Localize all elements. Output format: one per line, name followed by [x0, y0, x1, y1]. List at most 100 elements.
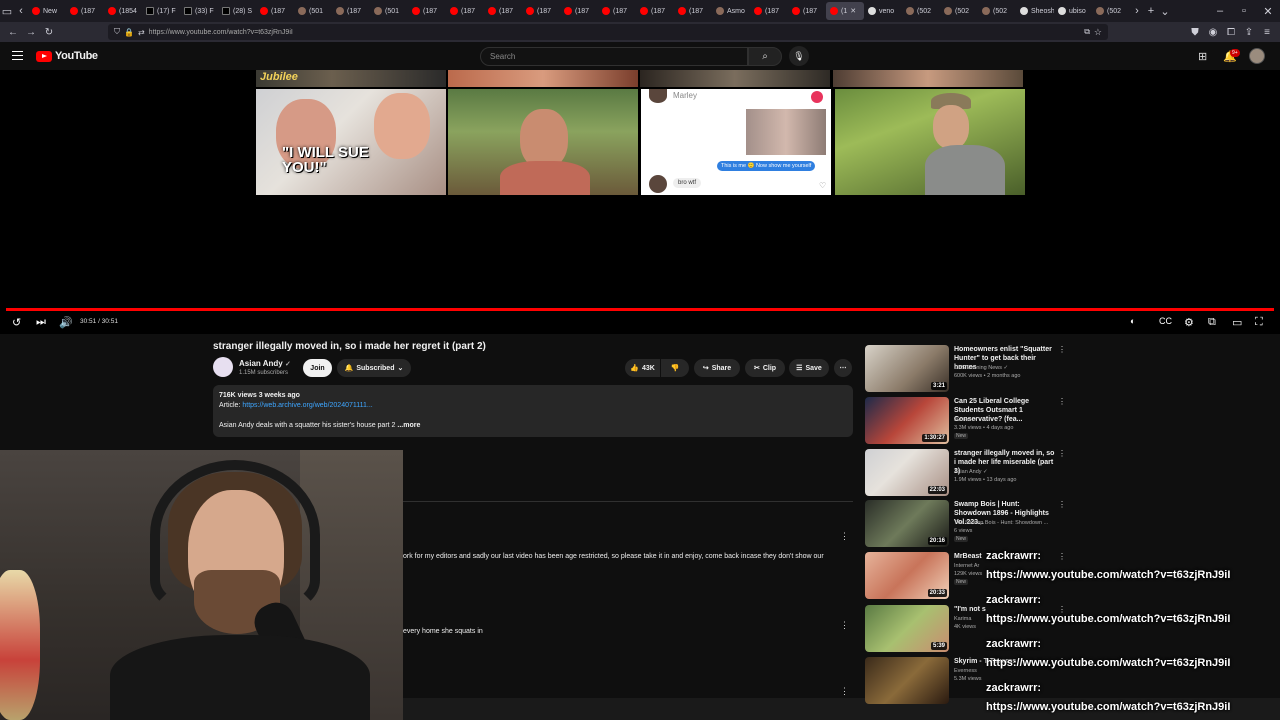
video-menu-icon[interactable]: ⋮ — [1058, 345, 1066, 354]
end-screen-video-4[interactable] — [835, 89, 1025, 195]
browser-tab[interactable]: veno — [864, 2, 902, 20]
recommended-channel[interactable]: Karima — [954, 616, 971, 622]
autoplay-toggle-icon[interactable]: ◐ — [1130, 316, 1135, 326]
next-video-icon[interactable]: ⏭ — [36, 316, 46, 329]
recommended-video[interactable]: 22:03 stranger illegally moved in, so i m… — [865, 449, 1066, 496]
share-button[interactable]: ↪ Share — [694, 359, 740, 377]
extensions-icon[interactable]: ⧠ — [1222, 27, 1240, 38]
lock-icon[interactable]: 🔒 — [124, 28, 134, 37]
new-tab-icon[interactable]: + — [1144, 5, 1158, 17]
video-menu-icon[interactable]: ⋮ — [1058, 500, 1066, 509]
browser-tab[interactable]: (501 — [294, 2, 332, 20]
end-screen-strip-4[interactable] — [833, 70, 1023, 87]
browser-tab[interactable]: (187 — [256, 2, 294, 20]
recommended-thumbnail[interactable] — [865, 657, 949, 704]
theater-mode-icon[interactable]: ▭ — [1232, 316, 1242, 329]
end-screen-video-3[interactable]: Marley This is me 🙂 Now show me yourself… — [641, 89, 831, 195]
video-menu-icon[interactable]: ⋮ — [1058, 449, 1066, 458]
browser-tab[interactable]: (33) F — [180, 2, 218, 20]
browser-tab[interactable]: (502 — [1092, 2, 1130, 20]
video-player[interactable]: Jubilee "I WILL SUE YOU!" Marley This is… — [0, 70, 1280, 334]
browser-tab[interactable]: (187 — [674, 2, 712, 20]
browser-tab[interactable]: (502 — [940, 2, 978, 20]
forward-icon[interactable]: → — [22, 27, 40, 38]
subscribed-button[interactable]: 🔔 Subscribed ⌄ — [337, 359, 411, 377]
voice-search-button[interactable]: 🎙 — [789, 46, 809, 66]
channel-avatar[interactable] — [213, 357, 233, 377]
end-screen-video-2[interactable] — [448, 89, 638, 195]
browser-tab[interactable]: (502 — [902, 2, 940, 20]
recommended-thumbnail[interactable]: 22:03 — [865, 449, 949, 496]
recommended-channel[interactable]: Internet Ar — [954, 563, 979, 569]
maximize-icon[interactable]: ▫ — [1232, 5, 1256, 17]
like-button[interactable]: 👍 43K — [625, 359, 660, 377]
scroll-tabs-right-icon[interactable]: › — [1130, 5, 1144, 17]
more-actions-button[interactable]: ⋯ — [834, 359, 852, 377]
settings-gear-icon[interactable]: ⚙ — [1184, 316, 1194, 329]
shield-icon[interactable]: ⛉ — [114, 27, 120, 37]
browser-tab[interactable]: (187 — [750, 2, 788, 20]
fullscreen-icon[interactable]: ⛶ — [1255, 316, 1263, 329]
browser-tab[interactable]: (187 — [598, 2, 636, 20]
end-screen-video-1[interactable]: "I WILL SUE YOU!" — [256, 89, 446, 195]
recommended-channel[interactable]: Everness — [954, 668, 977, 674]
browser-tab[interactable]: (187 — [408, 2, 446, 20]
video-menu-icon[interactable]: ⋮ — [1058, 552, 1066, 561]
browser-tab[interactable]: (187 — [636, 2, 674, 20]
browser-tab[interactable]: ubiso — [1054, 2, 1092, 20]
youtube-logo[interactable]: YouTube — [36, 50, 98, 62]
end-screen-strip-2[interactable] — [448, 70, 638, 87]
browser-tab[interactable]: (28) S — [218, 2, 256, 20]
recommended-channel[interactable]: Jubilee ✓ — [954, 417, 978, 423]
url-text[interactable]: https://www.youtube.com/watch?v=t63zjRnJ… — [149, 29, 293, 36]
volume-icon[interactable]: 🔊 — [59, 316, 73, 329]
article-link[interactable]: https://web.archive.org/web/2024071111..… — [242, 402, 372, 409]
browser-tab[interactable]: (187 — [446, 2, 484, 20]
recommended-thumbnail[interactable]: 20:16 — [865, 500, 949, 547]
subtitles-icon[interactable]: CC — [1159, 316, 1172, 326]
recommended-video[interactable]: 3:21 Homeowners enlist "Squatter Hunter" … — [865, 345, 1066, 392]
browser-tab[interactable]: (1 ✕ — [826, 2, 864, 20]
join-button[interactable]: Join — [303, 359, 332, 377]
recommended-channel[interactable]: CBS Evening News ✓ — [954, 365, 1008, 371]
close-tab-icon[interactable]: ✕ — [850, 7, 856, 15]
comment-menu-icon-2[interactable]: ⋮ — [840, 620, 849, 631]
hamburger-menu-icon[interactable] — [12, 51, 23, 60]
reload-icon[interactable]: ↻ — [40, 27, 58, 38]
back-icon[interactable]: ← — [4, 27, 22, 38]
recommended-thumbnail[interactable]: 20:33 — [865, 552, 949, 599]
channel-name[interactable]: Asian Andy ✓ — [239, 359, 291, 368]
browser-tab[interactable]: (1854 — [104, 2, 142, 20]
save-button[interactable]: ☰ Save — [789, 359, 829, 377]
more-link[interactable]: ...more — [397, 422, 420, 429]
recommended-thumbnail[interactable]: 5:39 — [865, 605, 949, 652]
share-icon[interactable]: ⇪ — [1240, 27, 1258, 38]
browser-tab[interactable]: (187 — [484, 2, 522, 20]
scroll-tabs-left-icon[interactable]: ‹ — [14, 5, 28, 17]
browser-tab[interactable]: (501 — [370, 2, 408, 20]
miniplayer-icon[interactable]: ⧉ — [1208, 316, 1216, 329]
pocket-icon[interactable]: ⛊ — [1186, 27, 1204, 38]
browser-tab[interactable]: (187 — [66, 2, 104, 20]
clip-button[interactable]: ✂ Clip — [745, 359, 785, 377]
browser-tab[interactable]: New — [28, 2, 66, 20]
comment-menu-icon-3[interactable]: ⋮ — [840, 686, 849, 697]
tab-list-icon[interactable]: ▭ — [0, 5, 14, 18]
search-button[interactable]: ⌕ — [748, 47, 782, 66]
recommended-channel[interactable]: The Swamp Bois - Hunt: Showdown ... — [954, 520, 1048, 526]
pip-icon[interactable]: ⧉ — [1084, 27, 1090, 37]
description-box[interactable]: 716K views 3 weeks ago Article: https://… — [213, 385, 853, 437]
account-icon[interactable]: ◉ — [1204, 27, 1222, 38]
search-input[interactable]: Search — [480, 47, 748, 66]
account-avatar[interactable] — [1249, 48, 1265, 64]
recommended-thumbnail[interactable]: 3:21 — [865, 345, 949, 392]
replay-icon[interactable]: ↺ — [12, 316, 21, 329]
browser-tab[interactable]: Asmo — [712, 2, 750, 20]
browser-tab[interactable]: (17) F — [142, 2, 180, 20]
channel-name-text[interactable]: Asian Andy — [239, 359, 283, 368]
browser-tab[interactable]: (502 — [978, 2, 1016, 20]
permissions-icon[interactable]: ⇄ — [138, 28, 145, 37]
tab-menu-icon[interactable]: ⌄ — [1158, 5, 1172, 18]
app-menu-icon[interactable]: ≡ — [1258, 27, 1276, 38]
browser-tab[interactable]: (187 — [522, 2, 560, 20]
